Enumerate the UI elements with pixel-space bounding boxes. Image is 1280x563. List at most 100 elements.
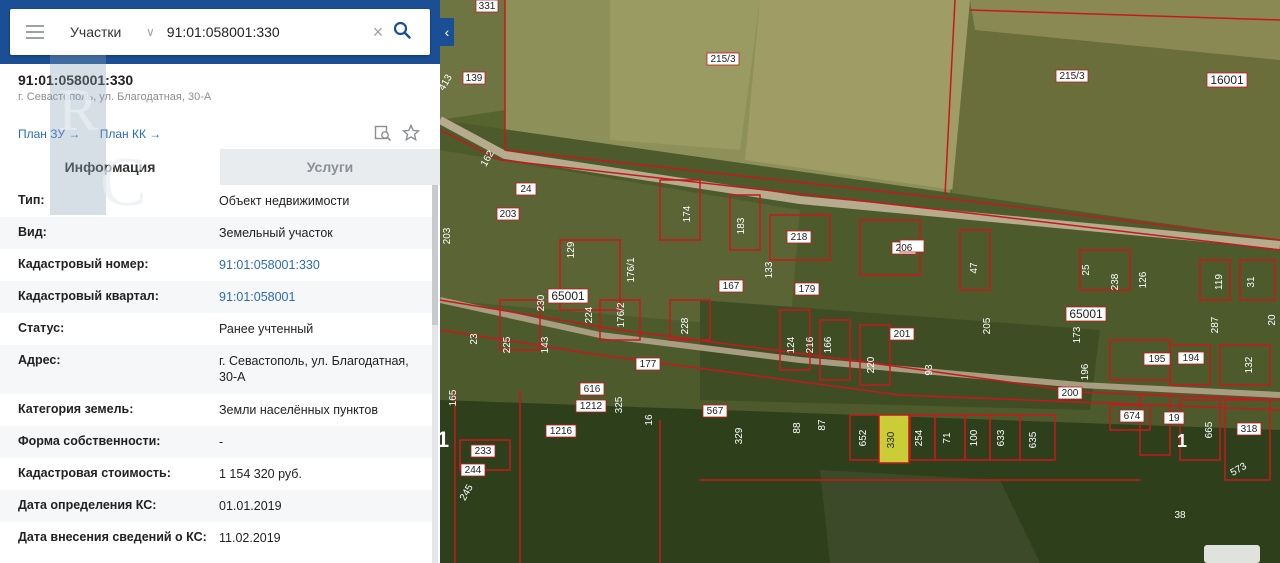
svg-text:143: 143 [540,336,551,353]
svg-text:567: 567 [707,406,724,417]
svg-text:224: 224 [584,306,595,323]
search-on-map-icon[interactable] [374,124,392,147]
detail-key: Адрес: [18,353,61,367]
plan-links: План ЗУ → План КК → [18,127,177,141]
search-bar: Участки ∨ × [10,9,430,55]
detail-value: 11.02.2019 [219,531,281,545]
svg-text:200: 200 [1062,388,1079,399]
detail-key: Дата внесения сведений о КС: [18,530,207,544]
search-icon[interactable] [393,21,412,44]
plan-zu-link[interactable]: План ЗУ → [18,127,80,141]
plan-kk-link[interactable]: План КК → [100,127,162,141]
svg-text:215/3: 215/3 [1059,71,1084,82]
detail-key: Категория земель: [18,402,134,416]
svg-text:93: 93 [924,364,935,376]
svg-text:633: 633 [996,429,1007,446]
svg-text:100: 100 [969,429,980,446]
svg-text:16001: 16001 [1210,73,1244,87]
detail-value: 01.01.2019 [219,499,282,513]
svg-text:216: 216 [805,336,816,353]
clear-icon[interactable]: × [373,22,384,43]
svg-text:38: 38 [1174,510,1186,521]
svg-text:194: 194 [1183,353,1200,364]
svg-text:331: 331 [479,1,496,12]
detail-key: Вид: [18,225,47,239]
scrollbar-thumb[interactable] [432,185,438,325]
detail-row: Категория земель: Земли населённых пункто… [0,394,432,426]
svg-text:177: 177 [640,359,657,370]
tab-info[interactable]: Информация [0,149,220,185]
svg-text:215/3: 215/3 [710,54,735,65]
detail-value: Объект недвижимости [219,194,350,208]
detail-row: Статус: Ранее учтенный [0,313,432,345]
svg-text:176/2: 176/2 [616,302,627,327]
tab-services[interactable]: Услуги [220,149,440,185]
svg-text:228: 228 [680,317,691,334]
svg-text:225: 225 [502,336,513,353]
detail-key: Тип: [18,193,45,207]
svg-text:635: 635 [1028,431,1039,448]
detail-value: 1 154 320 руб. [219,467,302,481]
svg-text:183: 183 [736,217,747,234]
svg-text:203: 203 [442,227,453,244]
detail-key: Кадастровая стоимость: [18,466,171,480]
detail-row: Вид: Земельный участок [0,217,432,249]
svg-text:1216: 1216 [550,426,573,437]
svg-text:16: 16 [644,414,655,426]
detail-key: Кадастровый номер: [18,257,149,271]
card-tools [374,123,421,147]
svg-text:196: 196 [1080,363,1091,380]
map-attribution-icon[interactable] [1204,545,1260,563]
detail-row: Адрес: г. Севастополь, ул. Благодатная, 3… [0,345,432,394]
cadastral-quarter-link[interactable]: 91:01:058001 [219,289,419,313]
svg-text:206: 206 [896,243,913,254]
detail-row: Дата внесения сведений о КС: 11.02.2019 [0,522,432,554]
svg-text:1212: 1212 [580,401,603,412]
chevron-down-icon[interactable]: ∨ [146,25,155,39]
svg-text:166: 166 [823,336,834,353]
svg-text:173: 173 [1072,326,1083,343]
svg-text:119: 119 [1214,274,1225,290]
svg-text:87: 87 [817,419,828,431]
detail-value: Земельный участок [219,226,333,240]
svg-text:220: 220 [866,356,877,373]
svg-text:652: 652 [858,429,869,446]
svg-text:330: 330 [886,431,897,448]
svg-text:71: 71 [942,432,953,444]
detail-key: Дата определения КС: [18,498,157,512]
search-input[interactable] [164,23,369,41]
detail-key: Кадастровый квартал: [18,289,159,303]
svg-text:244: 244 [465,465,482,476]
detail-value: Ранее учтенный [219,322,314,336]
detail-row: Форма собственности: - [0,426,432,458]
svg-text:218: 218 [791,232,808,243]
svg-text:19: 19 [1168,413,1180,424]
detail-row: Кадастровый номер: 91:01:058001:330 [0,249,432,281]
layer-select[interactable]: Участки [70,24,132,40]
svg-text:88: 88 [792,422,803,434]
svg-text:65001: 65001 [551,289,585,303]
detail-value: - [219,435,224,449]
svg-text:176/1: 176/1 [626,257,637,282]
svg-text:174: 174 [682,205,693,222]
svg-text:47: 47 [969,262,980,274]
svg-text:31: 31 [1246,276,1257,288]
menu-icon[interactable] [26,25,44,39]
svg-text:287: 287 [1210,316,1221,333]
svg-text:167: 167 [723,281,740,292]
svg-text:126: 126 [1138,271,1149,288]
cadastral-number-link[interactable]: 91:01:058001:330 [219,257,419,281]
svg-text:238: 238 [1110,273,1121,290]
detail-row: Кадастровый квартал: 91:01:058001 [0,281,432,313]
svg-text:233: 233 [475,446,492,457]
detail-key: Форма собственности: [18,434,161,448]
scrollbar[interactable] [432,185,438,563]
detail-value: г. Севастополь, ул. Благодатная, 30-А [219,354,409,384]
svg-text:20: 20 [1267,314,1278,326]
svg-text:132: 132 [1244,356,1255,373]
star-icon[interactable] [401,123,421,147]
svg-text:179: 179 [799,284,816,295]
detail-row: Кадастровая стоимость: 1 154 320 руб. [0,458,432,490]
detail-row: Тип: Объект недвижимости [0,185,432,217]
collapse-panel-button[interactable]: ‹ [440,18,454,46]
